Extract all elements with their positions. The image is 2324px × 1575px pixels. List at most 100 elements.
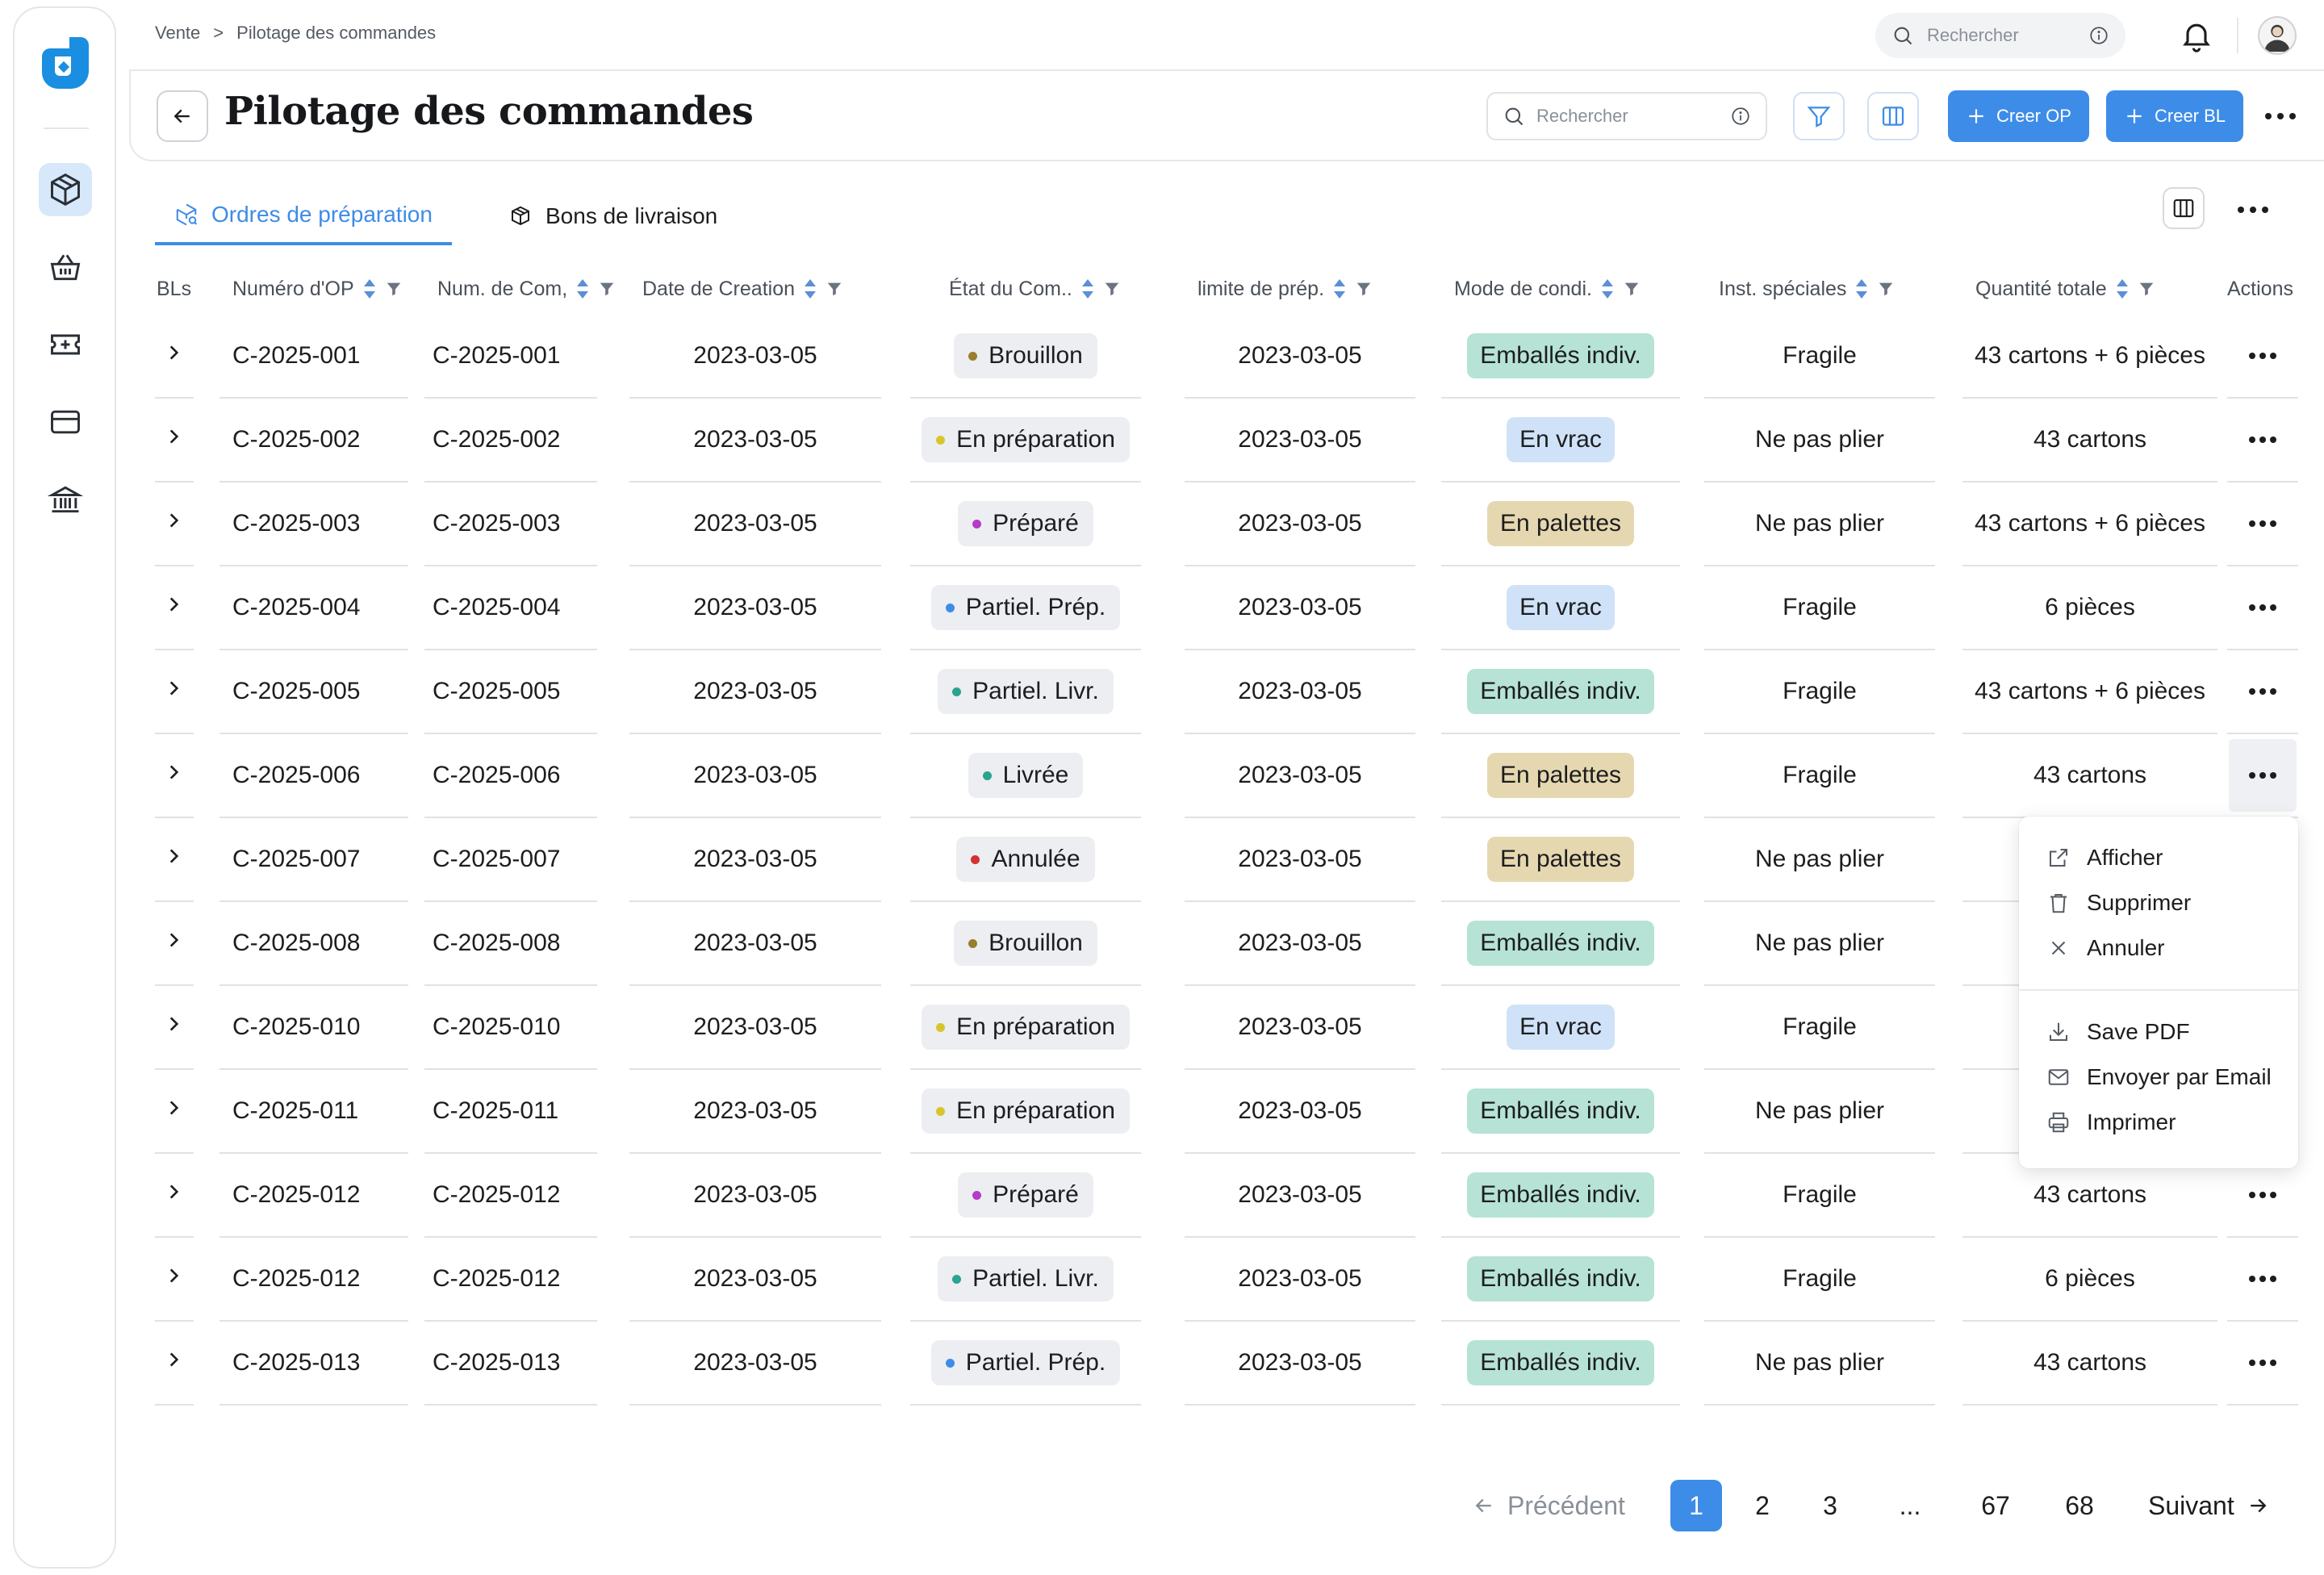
header-more-button[interactable] [2261, 100, 2300, 132]
menu-item-email[interactable]: Envoyer par Email [2019, 1055, 2298, 1099]
column-filter-icon[interactable] [1623, 280, 1641, 298]
tab-ordres-preparation[interactable]: Ordres de préparation [155, 187, 452, 245]
chevron-right-icon[interactable] [163, 1096, 184, 1126]
chevron-right-icon[interactable] [163, 1264, 184, 1294]
row-more-button[interactable] [2229, 739, 2297, 812]
mode-cell: Emballés indiv. [1441, 1154, 1680, 1238]
filter-button[interactable] [1793, 92, 1845, 140]
status-cell: Annulée [910, 818, 1141, 902]
chevron-right-icon[interactable] [163, 340, 184, 371]
info-icon[interactable] [2088, 25, 2109, 46]
mode-cell: Emballés indiv. [1441, 315, 1680, 399]
row-more-button[interactable] [2229, 1326, 2297, 1399]
notifications-bell-icon[interactable] [2179, 18, 2214, 53]
menu-item-supprimer[interactable]: Supprimer [2019, 881, 2298, 925]
com-value: C-2025-007 [433, 846, 561, 872]
chevron-right-icon[interactable] [163, 1180, 184, 1210]
op-cell: C-2025-011 [219, 1070, 408, 1154]
row-more-button[interactable] [2229, 403, 2297, 476]
sort-icon[interactable] [362, 278, 377, 300]
row-more-button[interactable] [2229, 487, 2297, 560]
com-cell: C-2025-007 [424, 818, 597, 902]
page-button-3[interactable]: 3 [1812, 1480, 1848, 1531]
chevron-right-icon[interactable] [163, 676, 184, 707]
chevron-right-icon[interactable] [163, 844, 184, 875]
chevron-right-icon[interactable] [163, 1012, 184, 1042]
user-avatar[interactable] [2258, 16, 2297, 55]
app-logo[interactable] [37, 32, 94, 94]
column-filter-icon[interactable] [1355, 280, 1373, 298]
chevron-right-icon[interactable] [163, 508, 184, 539]
table-columns-button[interactable] [2163, 187, 2205, 229]
op-cell: C-2025-003 [219, 483, 408, 566]
column-filter-icon[interactable] [826, 280, 843, 298]
page-button-68[interactable]: 68 [2059, 1480, 2100, 1531]
trash-icon [2050, 894, 2067, 913]
sidebar-item-orders[interactable] [39, 163, 92, 216]
chevron-right-icon[interactable] [163, 592, 184, 623]
orders-search-input[interactable]: Rechercher [1486, 92, 1767, 140]
tab-bons-livraison[interactable]: Bons de livraison [489, 187, 737, 245]
chevron-right-icon[interactable] [163, 928, 184, 959]
table-header: BLs Numéro d'OP Num. de Com, Date de Creati… [155, 263, 2298, 315]
sort-icon[interactable] [1332, 278, 1347, 300]
create-op-button[interactable]: Creer OP [1948, 90, 2089, 142]
chevron-right-icon[interactable] [163, 1347, 184, 1378]
page-button-1[interactable]: 1 [1670, 1480, 1722, 1531]
create-bl-button[interactable]: Creer BL [2106, 90, 2244, 142]
row-more-button[interactable] [2229, 320, 2297, 392]
sort-icon[interactable] [1080, 278, 1095, 300]
table-row: C-2025-010 C-2025-010 2023-03-05 En prépara… [155, 986, 2298, 1070]
sidebar-item-payments[interactable] [39, 395, 92, 449]
mode-badge: Emballés indiv. [1467, 921, 1654, 966]
more-horizontal-icon [2249, 1192, 2276, 1198]
menu-item-imprimer[interactable]: Imprimer [2019, 1101, 2298, 1144]
column-header: Inst. spéciales [1719, 263, 1895, 315]
global-search-input[interactable]: Rechercher [1875, 13, 2125, 58]
menu-item-save-pdf[interactable]: Save PDF [2019, 1010, 2298, 1054]
chevron-right-icon[interactable] [163, 760, 184, 791]
column-header-label: Numéro d'OP [232, 277, 354, 300]
pagination-previous[interactable]: Précédent [1472, 1480, 1625, 1531]
breadcrumb-parent[interactable]: Vente [155, 23, 200, 44]
columns-button[interactable] [1867, 92, 1919, 140]
breadcrumb-current: Pilotage des commandes [236, 23, 437, 43]
created-cell: 2023-03-05 [629, 315, 881, 399]
sidebar-item-bank[interactable] [39, 473, 92, 526]
sort-icon[interactable] [2115, 278, 2130, 300]
column-filter-icon[interactable] [385, 280, 403, 298]
plus-icon [1969, 109, 1983, 123]
column-filter-icon[interactable] [2138, 280, 2155, 298]
status-cell: Préparé [910, 483, 1141, 566]
created-cell: 2023-03-05 [629, 1322, 881, 1406]
row-more-button[interactable] [2229, 655, 2297, 728]
column-filter-icon[interactable] [1877, 280, 1895, 298]
sidebar-item-shop[interactable] [39, 240, 92, 294]
sort-icon[interactable] [1854, 278, 1869, 300]
column-filter-icon[interactable] [598, 280, 616, 298]
table-more-button[interactable] [2234, 194, 2272, 226]
back-button[interactable] [157, 90, 208, 142]
created-value: 2023-03-05 [693, 594, 817, 620]
row-more-button[interactable] [2229, 1159, 2297, 1231]
sort-icon[interactable] [803, 278, 817, 300]
status-badge: Partiel. Livr. [938, 1256, 1114, 1301]
page-button-67[interactable]: 67 [1975, 1480, 2016, 1531]
info-icon[interactable] [1730, 106, 1751, 127]
mode-cell: En vrac [1441, 399, 1680, 483]
pagination-next[interactable]: Suivant [2148, 1480, 2270, 1531]
menu-item-afficher[interactable]: Afficher [2019, 836, 2298, 879]
row-more-button[interactable] [2229, 571, 2297, 644]
sort-icon[interactable] [575, 278, 590, 300]
more-horizontal-icon [2249, 604, 2276, 611]
sidebar-item-tickets[interactable] [39, 318, 92, 371]
status-label: En préparation [956, 426, 1115, 453]
column-filter-icon[interactable] [1103, 280, 1121, 298]
chevron-right-icon[interactable] [163, 424, 184, 455]
row-more-button[interactable] [2229, 1243, 2297, 1315]
menu-item-annuler[interactable]: Annuler [2019, 926, 2298, 970]
page-button-2[interactable]: 2 [1745, 1480, 1780, 1531]
sort-icon[interactable] [1600, 278, 1615, 300]
op-value: C-2025-003 [232, 510, 361, 537]
column-header-label: Num. de Com, [437, 277, 568, 300]
